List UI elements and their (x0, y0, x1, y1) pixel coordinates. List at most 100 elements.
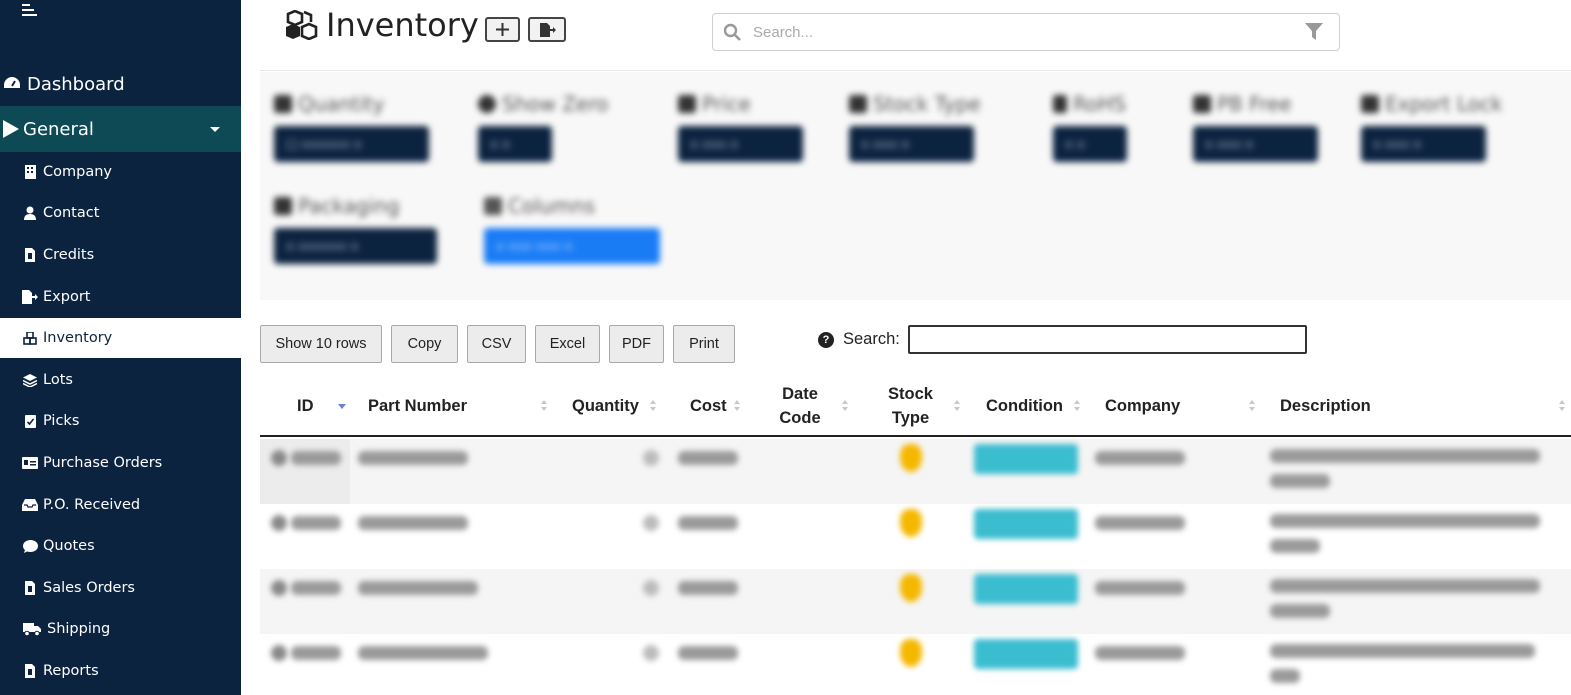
clipboard-check-icon (22, 413, 38, 429)
sort-icon (541, 400, 547, 412)
column-header-id[interactable]: ID (297, 377, 337, 435)
file-report-icon (22, 663, 38, 679)
excel-button[interactable]: Excel (535, 325, 600, 363)
print-button[interactable]: Print (673, 325, 735, 363)
sidebar-item-company[interactable]: Company (0, 152, 241, 192)
add-inventory-button[interactable] (485, 17, 520, 42)
sidebar-item-po-received[interactable]: P.O. Received (0, 485, 241, 525)
filter-price[interactable]: Price ▫ ▫▫▫ ▫ (678, 92, 803, 162)
sort-icon (1074, 400, 1080, 412)
sidebar-item-label: Picks (43, 413, 80, 429)
layer-group-icon (22, 372, 38, 388)
play-triangle-icon (3, 120, 19, 138)
filter-quantity[interactable]: Quantity □ ▫▫▫▫▫▫ ▫ (274, 92, 429, 162)
help-question-icon[interactable]: ? (818, 331, 834, 348)
sidebar-item-label: Inventory (43, 330, 113, 346)
table-row[interactable] (260, 439, 1571, 504)
sidebar-item-dashboard[interactable]: Dashboard (0, 66, 241, 102)
filter-rohs[interactable]: RoHS ▫ ▫ (1053, 92, 1127, 162)
filter-packaging[interactable]: Packaging ▫ ▫▫▫▫▫▫ ▫ (274, 194, 437, 264)
file-invoice-dollar-icon (22, 580, 38, 596)
sidebar-group-general[interactable]: General (0, 106, 241, 152)
filter-columns[interactable]: Columns ▫ ▫▫▫ ▫▫▫ ▫ (484, 194, 660, 264)
sort-icon (734, 400, 740, 412)
table-header: ID Part Number Quantity Cost Date Code S… (260, 377, 1571, 437)
filter-funnel-icon[interactable] (1305, 23, 1323, 41)
cubes-icon (22, 330, 38, 346)
table-row[interactable] (260, 634, 1571, 695)
sidebar-item-reports[interactable]: Reports (0, 651, 241, 691)
global-search (712, 13, 1340, 51)
table-row[interactable] (260, 504, 1571, 569)
column-header-condition[interactable]: Condition (986, 377, 1076, 435)
sidebar-item-sales-orders[interactable]: Sales Orders (0, 568, 241, 608)
filter-show-zero[interactable]: Show Zero ▫ ▫ (478, 92, 608, 162)
page-title: Inventory (285, 6, 479, 44)
sidebar: Dashboard General Company Contact Credit… (0, 0, 241, 695)
file-export-icon (22, 289, 38, 305)
table-row[interactable] (260, 569, 1571, 634)
filter-pb-free[interactable]: PB Free ▫ ▫▫▫ ▫ (1193, 92, 1318, 162)
filter-panel: Quantity □ ▫▫▫▫▫▫ ▫ Show Zero ▫ ▫ Price … (260, 72, 1571, 300)
sidebar-item-label: Export (43, 289, 91, 305)
file-invoice-icon (22, 247, 38, 263)
user-icon (22, 205, 38, 221)
truck-icon (22, 621, 42, 637)
column-header-company[interactable]: Company (1105, 377, 1195, 435)
column-header-cost[interactable]: Cost (690, 377, 735, 435)
export-inventory-button[interactable] (528, 17, 566, 42)
sidebar-item-label: Quotes (43, 538, 95, 554)
copy-button[interactable]: Copy (391, 325, 458, 363)
table-search-label: Search: (843, 330, 900, 348)
table-search: ? Search: (818, 325, 1307, 354)
filter-stock-type[interactable]: Stock Type ▫ ▫▫▫ ▫ (849, 92, 981, 162)
pdf-button[interactable]: PDF (609, 325, 664, 363)
dashboard-gauge-icon (4, 77, 20, 88)
cubes-icon (286, 10, 318, 40)
money-check-icon (22, 455, 38, 471)
sidebar-item-label: Purchase Orders (43, 455, 163, 471)
column-header-stock-type[interactable]: Stock Type (883, 377, 938, 435)
sidebar-item-export[interactable]: Export (0, 277, 241, 317)
sidebar-group-label: General (23, 118, 94, 140)
sidebar-item-contact[interactable]: Contact (0, 193, 241, 233)
csv-button[interactable]: CSV (467, 325, 526, 363)
building-icon (22, 164, 38, 180)
search-input[interactable] (753, 20, 1293, 44)
sidebar-item-purchase-orders[interactable]: Purchase Orders (0, 443, 241, 483)
search-icon (723, 23, 741, 41)
column-header-quantity[interactable]: Quantity (572, 377, 652, 435)
column-header-date-code[interactable]: Date Code (775, 377, 825, 435)
comment-icon (22, 538, 38, 554)
sidebar-item-label: Credits (43, 247, 95, 263)
inbox-icon (22, 497, 38, 513)
show-rows-button[interactable]: Show 10 rows (260, 325, 382, 363)
sidebar-item-quotes[interactable]: Quotes (0, 526, 241, 566)
filter-export-lock[interactable]: Export Lock ▫ ▫▫▫ ▫ (1361, 92, 1502, 162)
sort-icon (954, 400, 960, 412)
sort-icon (650, 400, 656, 412)
sidebar-item-label: P.O. Received (43, 497, 141, 513)
file-export-icon (539, 22, 556, 37)
sidebar-item-label: Reports (43, 663, 99, 679)
chevron-down-icon (210, 127, 220, 132)
sidebar-item-picks[interactable]: Picks (0, 401, 241, 441)
sidebar-item-inventory[interactable]: Inventory (0, 318, 241, 358)
main-content: Inventory Quantity □ ▫▫▫▫▫▫ ▫ Show Zero … (241, 0, 1571, 695)
sidebar-item-label: Lots (43, 372, 73, 388)
sidebar-item-label: Company (43, 164, 112, 180)
table-search-input[interactable] (907, 325, 1307, 354)
column-header-part-number[interactable]: Part Number (368, 377, 528, 435)
plus-icon (496, 23, 509, 36)
sidebar-item-shipping[interactable]: Shipping (0, 609, 241, 649)
sidebar-item-label: Shipping (47, 621, 111, 637)
sidebar-item-label: Dashboard (27, 73, 125, 95)
page-header: Inventory (260, 0, 1571, 71)
page-title-text: Inventory (326, 6, 479, 44)
column-header-description[interactable]: Description (1280, 377, 1390, 435)
sidebar-item-credits[interactable]: Credits (0, 235, 241, 275)
menu-toggle-icon[interactable] (22, 4, 40, 20)
sidebar-item-lots[interactable]: Lots (0, 360, 241, 400)
sort-desc-icon (338, 400, 346, 412)
sort-icon (1559, 400, 1565, 412)
